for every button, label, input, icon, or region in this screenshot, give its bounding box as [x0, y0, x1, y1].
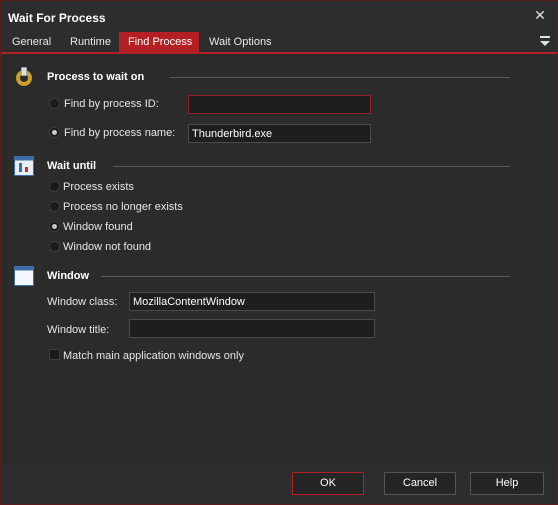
window-not-found-radio[interactable]	[49, 241, 60, 252]
tab-menu-icon[interactable]	[539, 36, 551, 48]
process-exists-label: Process exists	[63, 181, 134, 193]
dialog-footer: OK Cancel Help	[1, 464, 557, 504]
find-by-name-radio[interactable]	[49, 127, 60, 138]
process-no-longer-exists-radio[interactable]	[49, 201, 60, 212]
window-found-radio[interactable]	[49, 221, 60, 232]
find-by-name-label: Find by process name:	[64, 127, 176, 139]
wait-icon	[14, 156, 34, 176]
match-main-windows-label: Match main application windows only	[63, 350, 244, 362]
find-process-panel: Process to wait on Find by process ID: F…	[3, 56, 555, 463]
cancel-button[interactable]: Cancel	[384, 472, 456, 495]
tab-runtime[interactable]: Runtime	[63, 32, 118, 52]
tab-general[interactable]: General	[5, 32, 58, 52]
match-main-windows-checkbox[interactable]	[49, 349, 60, 360]
tab-wait-options[interactable]: Wait Options	[202, 32, 279, 52]
section-divider	[101, 276, 510, 277]
process-id-input[interactable]	[188, 95, 371, 114]
window-section-title: Window	[47, 270, 90, 282]
find-by-id-radio[interactable]	[49, 98, 60, 109]
title-bar: Wait For Process ✕	[1, 1, 557, 32]
find-by-id-label: Find by process ID:	[64, 98, 159, 110]
process-exists-radio[interactable]	[49, 181, 60, 192]
window-icon	[14, 266, 34, 286]
window-found-label: Window found	[63, 221, 133, 233]
help-button[interactable]: Help	[470, 472, 544, 495]
window-class-label: Window class:	[47, 296, 118, 308]
window-not-found-label: Window not found	[63, 241, 152, 253]
dialog-window: Wait For Process ✕ General Runtime Find …	[0, 0, 558, 505]
section-divider	[169, 77, 510, 78]
wait-section-title: Wait until	[47, 160, 97, 172]
tab-bar: General Runtime Find Process Wait Option…	[1, 32, 557, 54]
process-name-input[interactable]	[188, 124, 371, 143]
process-icon	[13, 65, 33, 86]
process-section-title: Process to wait on	[47, 71, 145, 83]
window-title-input[interactable]	[129, 319, 375, 338]
window-title-label: Window title:	[47, 324, 110, 336]
window-class-input[interactable]	[129, 292, 375, 311]
tab-find-process[interactable]: Find Process	[119, 32, 199, 52]
process-no-longer-exists-label: Process no longer exists	[63, 201, 183, 213]
window-title: Wait For Process	[8, 11, 106, 25]
ok-button[interactable]: OK	[292, 472, 364, 495]
section-divider	[113, 166, 510, 167]
close-icon[interactable]: ✕	[532, 7, 548, 23]
